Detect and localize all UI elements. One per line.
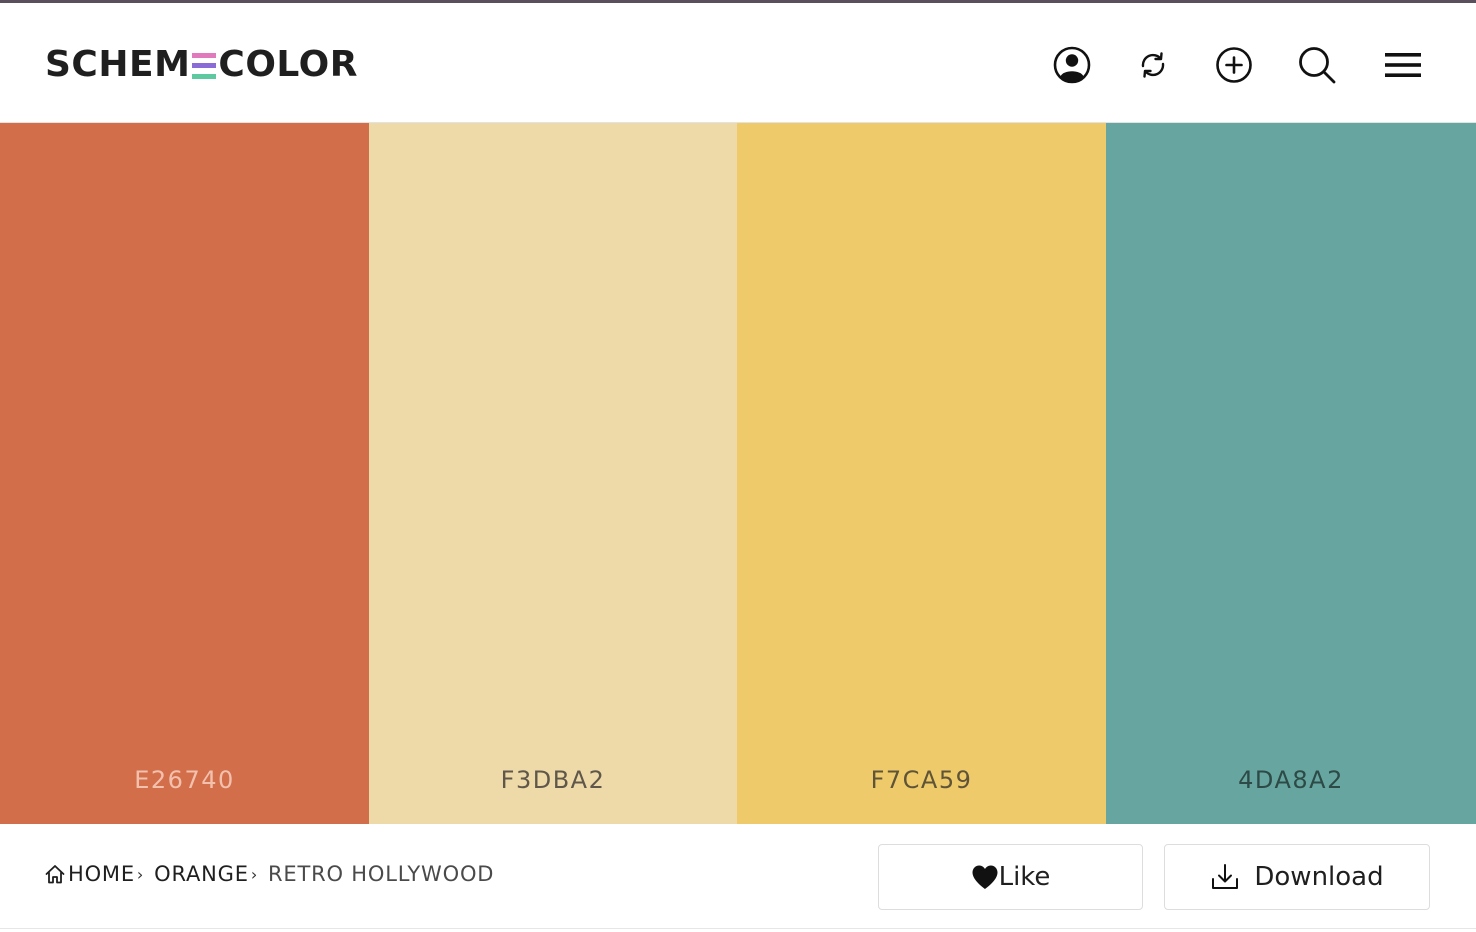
swatch-hex-code[interactable]: F3DBA2 (369, 766, 737, 794)
color-swatch-2[interactable]: F3DBA2 (369, 123, 737, 824)
color-swatch-1[interactable]: E26740 (0, 123, 369, 824)
color-palette: E26740 F3DBA2 F7CA59 4DA8A2 (0, 123, 1476, 824)
user-account-button[interactable] (1050, 43, 1094, 87)
download-button-label: Download (1254, 862, 1384, 892)
page: SCHEM COLOR E26740 F3DBA2 F7CA59 4DA8A2 … (0, 0, 1476, 932)
search-button[interactable] (1295, 43, 1339, 87)
breadcrumb-home-link[interactable]: HOME (68, 862, 135, 886)
like-button[interactable]: Like (878, 844, 1143, 910)
logo-e-bar-top (192, 52, 217, 58)
menu-icon (1385, 53, 1421, 77)
user-account-icon (1053, 46, 1091, 84)
breadcrumb-category-link[interactable]: ORANGE (154, 862, 249, 886)
random-palette-button[interactable] (1131, 43, 1175, 87)
breadcrumb-separator: › (250, 864, 259, 884)
logo-text-right: COLOR (218, 44, 358, 85)
site-header: SCHEM COLOR (0, 3, 1476, 123)
swatch-hex-code[interactable]: 4DA8A2 (1106, 766, 1476, 794)
like-button-label: Like (998, 862, 1051, 892)
home-icon[interactable] (44, 863, 66, 885)
refresh-icon (1141, 52, 1165, 78)
download-icon (1212, 864, 1239, 889)
swatch-hex-code[interactable]: F7CA59 (737, 766, 1106, 794)
breadcrumb-current-page: RETRO HOLLYWOOD (268, 862, 495, 886)
search-icon (1299, 47, 1336, 84)
divider (0, 928, 1476, 929)
logo-text-left: SCHEM (45, 44, 191, 85)
site-logo[interactable]: SCHEM COLOR (45, 45, 358, 85)
color-swatch-4[interactable]: 4DA8A2 (1106, 123, 1476, 824)
breadcrumb-separator: › (136, 864, 145, 884)
add-circle-icon (1216, 47, 1252, 83)
breadcrumb: HOME › ORANGE › RETRO HOLLYWOOD (44, 862, 494, 886)
logo-e-bar-middle (192, 63, 217, 68)
logo-e-mark (192, 52, 217, 79)
heart-icon (972, 865, 998, 889)
logo-e-bar-bottom (192, 73, 217, 79)
create-palette-button[interactable] (1212, 43, 1256, 87)
color-swatch-3[interactable]: F7CA59 (737, 123, 1106, 824)
download-button[interactable]: Download (1164, 844, 1430, 910)
menu-button[interactable] (1381, 43, 1425, 87)
swatch-hex-code[interactable]: E26740 (0, 766, 369, 794)
